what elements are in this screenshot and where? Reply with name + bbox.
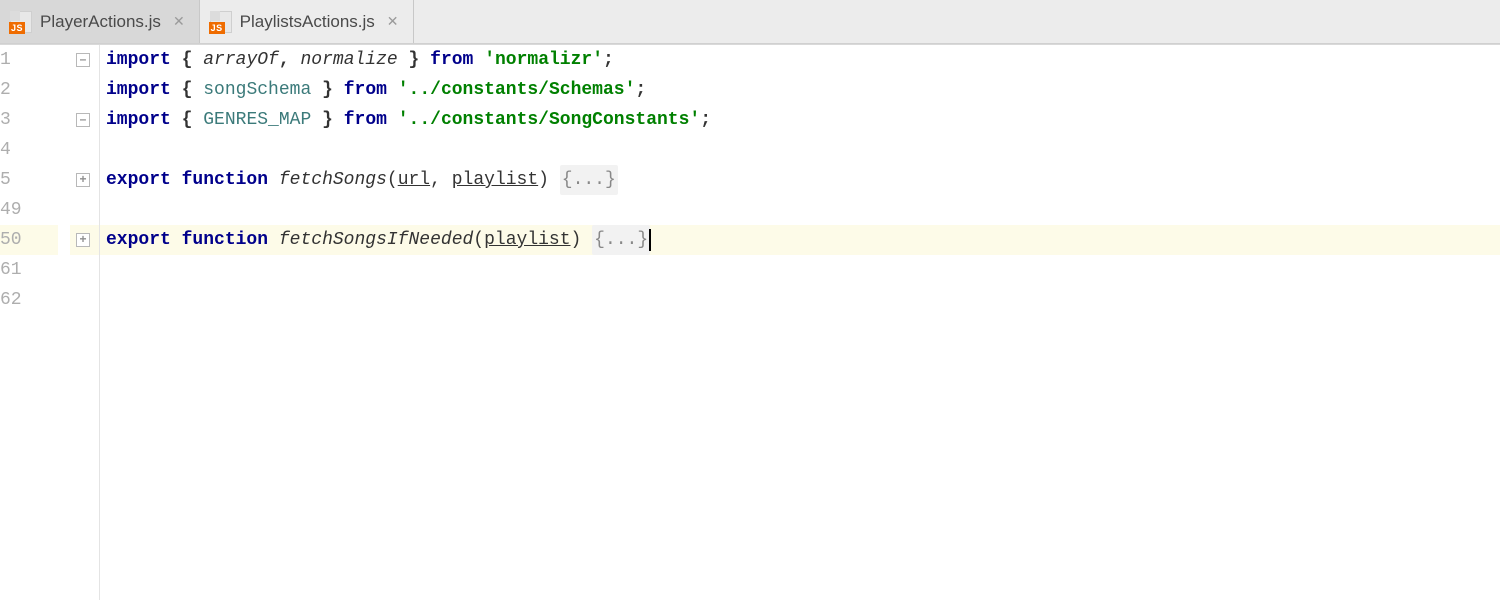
- tab-player-actions[interactable]: PlayerActions.js ✕: [0, 0, 200, 43]
- line-number: 50: [0, 225, 58, 255]
- text-caret: [649, 229, 651, 251]
- tab-label: PlaylistsActions.js: [240, 12, 375, 32]
- param-playlist: playlist: [452, 165, 538, 195]
- tab-playlists-actions[interactable]: PlaylistsActions.js ✕: [200, 0, 414, 43]
- editor-tabs: PlayerActions.js ✕ PlaylistsActions.js ✕: [0, 0, 1500, 44]
- keyword-export: export: [106, 165, 171, 195]
- line-number: 61: [0, 255, 58, 285]
- line-number: 49: [0, 195, 58, 225]
- keyword-function: function: [182, 165, 268, 195]
- string-literal: '../constants/SongConstants': [398, 105, 700, 135]
- line-number: 3: [0, 105, 58, 135]
- line-number: 1: [0, 45, 58, 75]
- fold-plus-icon: +: [76, 233, 90, 247]
- code-line: [100, 135, 1500, 165]
- fold-gutter: – – + +: [70, 45, 100, 600]
- param-url: url: [398, 165, 430, 195]
- ident-songschema: songSchema: [203, 75, 311, 105]
- fold-toggle[interactable]: +: [70, 225, 99, 255]
- code-line: [100, 255, 1500, 285]
- code-line: import { songSchema } from '../constants…: [100, 75, 1500, 105]
- js-file-icon: [10, 11, 32, 33]
- ident-genresmap: GENRES_MAP: [203, 105, 311, 135]
- line-number: 62: [0, 285, 58, 315]
- fold-minus-icon: –: [76, 53, 90, 67]
- param-playlist: playlist: [484, 225, 570, 255]
- keyword-from: from: [430, 45, 473, 75]
- close-icon[interactable]: ✕: [173, 13, 185, 30]
- code-line: export function fetchSongs(url, playlist…: [100, 165, 1500, 195]
- line-number: 5: [0, 165, 58, 195]
- folded-body[interactable]: {...}: [592, 225, 650, 255]
- code-line-current: export function fetchSongsIfNeeded(playl…: [100, 225, 1500, 255]
- line-number: 2: [0, 75, 58, 105]
- code-area[interactable]: import { arrayOf, normalize } from 'norm…: [100, 45, 1500, 600]
- code-line: [100, 195, 1500, 225]
- fold-plus-icon: +: [76, 173, 90, 187]
- line-number-gutter: 1 2 3 4 5 49 50 61 62: [0, 45, 70, 600]
- code-line: [100, 285, 1500, 315]
- code-line: import { GENRES_MAP } from '../constants…: [100, 105, 1500, 135]
- code-editor[interactable]: 1 2 3 4 5 49 50 61 62 – – + + import { a…: [0, 44, 1500, 600]
- fold-toggle[interactable]: –: [70, 105, 99, 135]
- code-line: import { arrayOf, normalize } from 'norm…: [100, 45, 1500, 75]
- tab-label: PlayerActions.js: [40, 12, 161, 32]
- string-literal: '../constants/Schemas': [398, 75, 636, 105]
- line-number: 4: [0, 135, 58, 165]
- func-fetchsongsifneeded: fetchSongsIfNeeded: [279, 225, 473, 255]
- ident-normalize: normalize: [301, 45, 398, 75]
- fold-minus-icon: –: [76, 113, 90, 127]
- string-literal: 'normalizr': [484, 45, 603, 75]
- ident-arrayof: arrayOf: [203, 45, 279, 75]
- fold-toggle[interactable]: –: [70, 45, 99, 75]
- js-file-icon: [210, 11, 232, 33]
- folded-body[interactable]: {...}: [560, 165, 618, 195]
- fold-toggle[interactable]: +: [70, 165, 99, 195]
- close-icon[interactable]: ✕: [387, 13, 399, 30]
- func-fetchsongs: fetchSongs: [279, 165, 387, 195]
- keyword-import: import: [106, 45, 171, 75]
